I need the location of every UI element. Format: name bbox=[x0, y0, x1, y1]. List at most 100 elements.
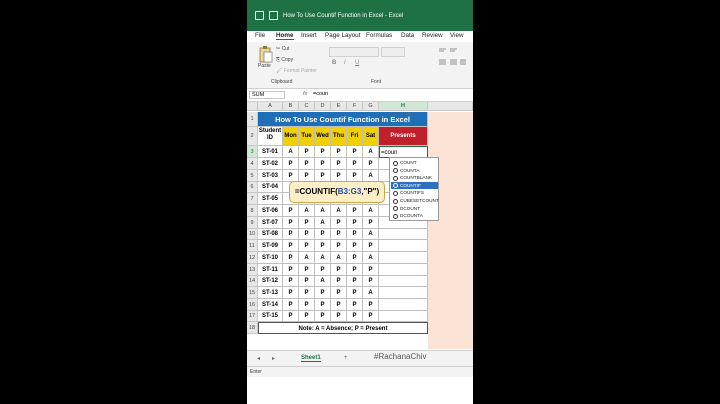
attendance-cell[interactable]: P bbox=[299, 287, 315, 299]
font-name-box[interactable] bbox=[329, 47, 379, 57]
font-size-box[interactable] bbox=[381, 47, 405, 57]
menu-formulas[interactable]: Formulas bbox=[366, 32, 392, 39]
paste-icon[interactable] bbox=[257, 44, 273, 64]
row-header[interactable]: 11 bbox=[247, 240, 258, 252]
attendance-cell[interactable]: P bbox=[283, 252, 299, 264]
student-id-cell[interactable]: ST-12 bbox=[258, 276, 283, 287]
menu-insert[interactable]: Insert bbox=[301, 32, 317, 39]
student-id-cell[interactable]: ST-10 bbox=[258, 252, 283, 264]
attendance-cell[interactable]: P bbox=[299, 146, 315, 158]
attendance-cell[interactable]: P bbox=[283, 217, 299, 229]
student-id-cell[interactable]: ST-09 bbox=[258, 240, 283, 252]
autocomplete-item[interactable]: COUNTIF bbox=[391, 181, 438, 190]
student-id-header[interactable]: Student ID bbox=[258, 127, 283, 146]
presents-cell[interactable] bbox=[379, 276, 428, 287]
attendance-cell[interactable]: A bbox=[363, 287, 379, 299]
attendance-cell[interactable]: P bbox=[331, 146, 347, 158]
attendance-cell[interactable]: P bbox=[283, 311, 299, 322]
attendance-cell[interactable]: A bbox=[283, 146, 299, 158]
formula-input[interactable]: =coun bbox=[313, 91, 328, 97]
column-header-i[interactable] bbox=[428, 102, 473, 111]
student-id-cell[interactable]: ST-01 bbox=[258, 146, 283, 158]
italic-button[interactable]: I bbox=[344, 60, 346, 66]
day-header[interactable]: Wed bbox=[315, 127, 331, 146]
scroll-left-icon[interactable]: ◂ bbox=[257, 355, 260, 362]
attendance-cell[interactable]: A bbox=[315, 205, 331, 217]
student-id-cell[interactable]: ST-06 bbox=[258, 205, 283, 217]
cut-button[interactable]: ✂ Cut bbox=[276, 46, 289, 52]
menu-view[interactable]: View bbox=[450, 32, 464, 39]
attendance-cell[interactable]: P bbox=[283, 205, 299, 217]
row-header[interactable]: 10 bbox=[247, 229, 258, 240]
menu-page-layout[interactable]: Page Layout bbox=[325, 32, 360, 39]
attendance-cell[interactable]: P bbox=[331, 158, 347, 170]
student-id-cell[interactable]: ST-08 bbox=[258, 229, 283, 240]
attendance-cell[interactable]: P bbox=[299, 311, 315, 322]
row-header[interactable]: 18 bbox=[247, 322, 258, 334]
row-header[interactable]: 7 bbox=[247, 193, 258, 205]
column-header-e[interactable]: E bbox=[331, 102, 347, 111]
autocomplete-item[interactable]: COUNTIFS bbox=[391, 189, 438, 197]
attendance-cell[interactable]: P bbox=[363, 299, 379, 311]
attendance-cell[interactable]: P bbox=[331, 240, 347, 252]
presents-cell[interactable] bbox=[379, 229, 428, 240]
attendance-cell[interactable]: P bbox=[347, 287, 363, 299]
menu-home[interactable]: Home bbox=[276, 32, 294, 40]
attendance-cell[interactable]: P bbox=[331, 276, 347, 287]
attendance-cell[interactable]: P bbox=[315, 240, 331, 252]
attendance-cell[interactable]: P bbox=[315, 287, 331, 299]
attendance-cell[interactable]: P bbox=[363, 311, 379, 322]
attendance-cell[interactable]: P bbox=[283, 299, 299, 311]
presents-cell[interactable] bbox=[379, 299, 428, 311]
attendance-cell[interactable]: P bbox=[283, 276, 299, 287]
attendance-cell[interactable]: A bbox=[299, 252, 315, 264]
fx-icon[interactable]: fx bbox=[303, 91, 307, 97]
row-header[interactable]: 13 bbox=[247, 264, 258, 276]
attendance-cell[interactable]: A bbox=[299, 205, 315, 217]
row-header[interactable]: 4 bbox=[247, 158, 258, 170]
row-header[interactable]: 17 bbox=[247, 311, 258, 322]
attendance-cell[interactable]: P bbox=[331, 299, 347, 311]
row-header[interactable]: 14 bbox=[247, 276, 258, 287]
attendance-cell[interactable]: A bbox=[363, 252, 379, 264]
attendance-cell[interactable]: P bbox=[299, 276, 315, 287]
day-header[interactable]: Tue bbox=[299, 127, 315, 146]
attendance-cell[interactable]: P bbox=[283, 229, 299, 240]
student-id-cell[interactable]: ST-03 bbox=[258, 170, 283, 182]
attendance-cell[interactable]: P bbox=[363, 264, 379, 276]
paste-label[interactable]: Paste bbox=[258, 63, 271, 69]
attendance-cell[interactable]: A bbox=[363, 229, 379, 240]
row-header[interactable]: 12 bbox=[247, 252, 258, 264]
attendance-cell[interactable]: P bbox=[315, 146, 331, 158]
save-icon[interactable] bbox=[269, 11, 278, 20]
column-header-d[interactable]: D bbox=[315, 102, 331, 111]
autocomplete-item[interactable]: DCOUNT bbox=[391, 205, 438, 213]
attendance-cell[interactable]: P bbox=[315, 158, 331, 170]
attendance-cell[interactable]: P bbox=[331, 287, 347, 299]
attendance-cell[interactable]: P bbox=[363, 158, 379, 170]
add-sheet-button[interactable]: + bbox=[344, 355, 348, 361]
column-header-f[interactable]: F bbox=[347, 102, 363, 111]
attendance-cell[interactable]: P bbox=[347, 276, 363, 287]
attendance-cell[interactable]: A bbox=[363, 205, 379, 217]
presents-cell[interactable] bbox=[379, 287, 428, 299]
menu-file[interactable]: File bbox=[255, 32, 265, 39]
select-all-corner[interactable] bbox=[247, 102, 258, 111]
row-header[interactable]: 15 bbox=[247, 287, 258, 299]
attendance-cell[interactable]: P bbox=[283, 264, 299, 276]
attendance-cell[interactable]: P bbox=[299, 158, 315, 170]
alignment-icons[interactable] bbox=[437, 46, 467, 74]
row-header[interactable]: 3 bbox=[247, 146, 258, 158]
attendance-cell[interactable]: P bbox=[299, 229, 315, 240]
attendance-cell[interactable]: P bbox=[283, 240, 299, 252]
day-header[interactable]: Sat bbox=[363, 127, 379, 146]
attendance-cell[interactable]: P bbox=[347, 240, 363, 252]
attendance-cell[interactable]: P bbox=[283, 287, 299, 299]
student-id-cell[interactable]: ST-13 bbox=[258, 287, 283, 299]
attendance-cell[interactable]: P bbox=[331, 264, 347, 276]
autocomplete-item[interactable]: COUNTBLANK bbox=[391, 174, 438, 182]
attendance-cell[interactable]: P bbox=[315, 311, 331, 322]
attendance-cell[interactable]: P bbox=[299, 217, 315, 229]
column-header-g[interactable]: G bbox=[363, 102, 379, 111]
format-painter-button[interactable]: 🖌 Format Painter bbox=[276, 68, 317, 74]
